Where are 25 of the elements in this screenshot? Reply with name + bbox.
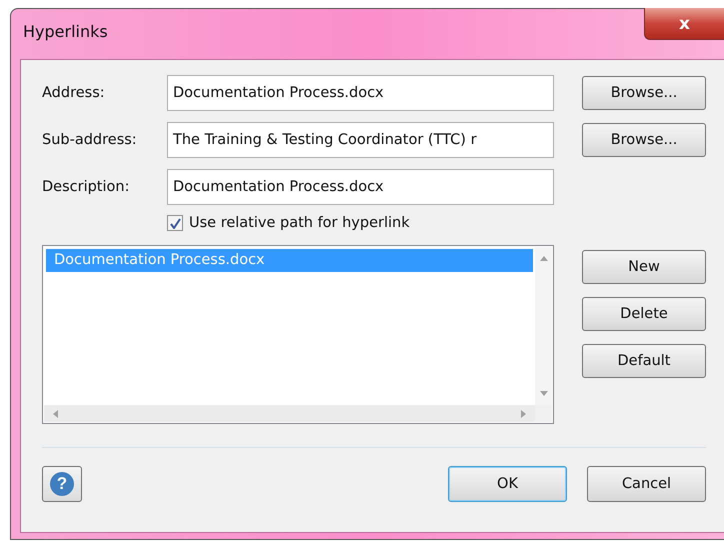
list-action-button[interactable]: Delete [582, 297, 706, 331]
browse-button[interactable]: Browse... [582, 122, 706, 156]
checkbox[interactable] [167, 215, 183, 231]
field-label: Address: [42, 84, 106, 100]
input-field[interactable]: Documentation Process.docx [167, 168, 554, 204]
scroll-left-icon[interactable] [52, 410, 58, 418]
browse-button[interactable]: Browse... [582, 76, 706, 110]
vertical-scrollbar[interactable] [535, 247, 552, 405]
dialog-button[interactable]: OK [448, 466, 567, 502]
horizontal-scrollbar[interactable] [44, 405, 535, 422]
scroll-right-icon[interactable] [521, 410, 527, 418]
close-button[interactable]: x [644, 8, 724, 40]
window-title: Hyperlinks [23, 22, 108, 41]
list-action-button[interactable]: Default [582, 344, 706, 378]
list-action-button[interactable]: New [582, 250, 706, 284]
field-label: Description: [42, 178, 130, 194]
scroll-up-icon[interactable] [540, 255, 548, 261]
dialog-button[interactable]: Cancel [587, 466, 706, 502]
input-field[interactable]: The Training & Testing Coordinator (TTC) r [167, 122, 554, 158]
help-button[interactable]: ? [42, 466, 82, 502]
input-field[interactable]: Documentation Process.docx [167, 74, 554, 110]
scrollbar-corner [535, 405, 552, 422]
checkbox-label: Use relative path for hyperlink [189, 215, 410, 231]
scroll-down-icon[interactable] [540, 391, 548, 397]
field-label: Sub-address: [42, 132, 138, 148]
